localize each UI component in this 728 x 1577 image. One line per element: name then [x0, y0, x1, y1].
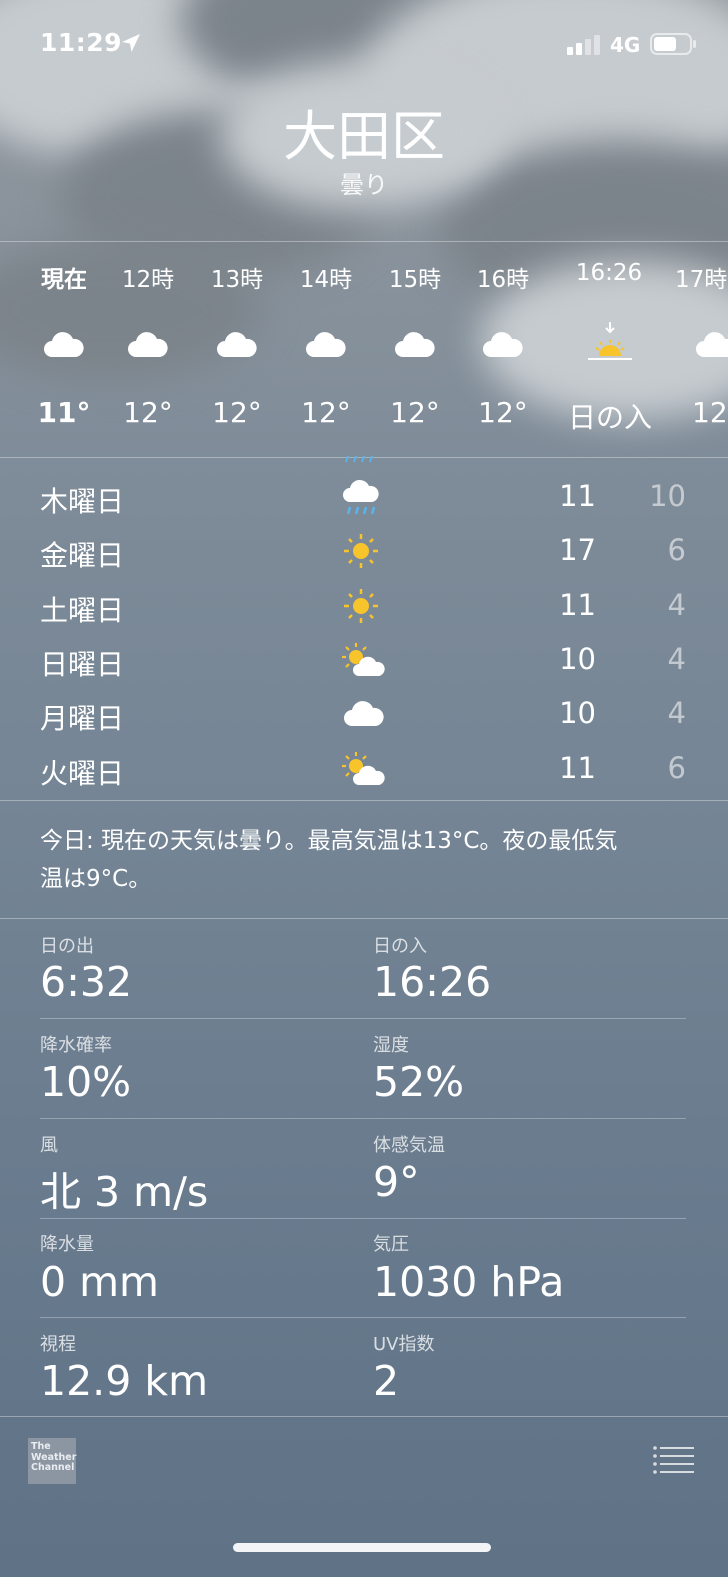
- current-condition: 曇り: [340, 171, 388, 199]
- network-type: 4G: [610, 33, 641, 57]
- city-list-icon[interactable]: [652, 1444, 694, 1474]
- pressure-label: 気圧: [373, 1234, 409, 1255]
- hour-label: 16:26: [575, 260, 643, 286]
- day-high-temp: 17: [559, 533, 596, 567]
- cellular-signal-icon: [567, 35, 600, 55]
- visibility-value: 12.9 km: [40, 1357, 209, 1405]
- day-low-temp: 6: [667, 533, 686, 567]
- feels-like-value: 9°: [373, 1158, 420, 1206]
- hour-temp: 12°: [478, 396, 528, 429]
- day-name: 日曜日: [40, 648, 125, 681]
- hour-label: 14時: [299, 267, 353, 293]
- hour-label: 12時: [121, 267, 175, 293]
- sun-icon: [344, 534, 378, 568]
- city-name: 大田区: [283, 105, 445, 168]
- day-high-temp: 11: [559, 751, 596, 785]
- cloud-icon: [44, 332, 84, 357]
- hour-temp: 日の入: [567, 401, 652, 434]
- cloud-rain-icon: [343, 479, 379, 515]
- sun-icon: [344, 589, 378, 623]
- location-arrow-icon: [122, 34, 140, 52]
- cloud-icon: [483, 332, 523, 357]
- humidity-value: 52%: [373, 1058, 465, 1106]
- feels-like-label: 体感気温: [373, 1135, 445, 1156]
- divider: [40, 1218, 686, 1219]
- precip-chance-value: 10%: [40, 1058, 132, 1106]
- summary-line: 今日: 現在の天気は曇り。最高気温は13°C。夜の最低気: [40, 828, 618, 854]
- day-high-temp: 11: [559, 588, 596, 622]
- day-high-temp: 10: [559, 642, 596, 676]
- divider: [40, 1317, 686, 1318]
- sunset-label: 日の入: [373, 936, 427, 957]
- day-low-temp: 6: [667, 751, 686, 785]
- partly-cloudy-icon: [342, 643, 385, 676]
- weather-channel-logo[interactable]: The Weather Channel: [28, 1438, 76, 1484]
- divider: [0, 918, 728, 919]
- hour-label: 17時: [675, 267, 728, 293]
- day-name: 金曜日: [40, 539, 125, 572]
- status-time: 11:29: [40, 28, 123, 57]
- precip-chance-label: 降水確率: [40, 1035, 112, 1056]
- battery-icon: [650, 33, 696, 55]
- divider: [40, 1118, 686, 1119]
- uv-index-value: 2: [373, 1357, 400, 1405]
- sunrise-value: 6:32: [40, 958, 133, 1006]
- precipitation-value: 0 mm: [40, 1258, 159, 1306]
- day-name: 木曜日: [40, 485, 125, 518]
- day-name: 月曜日: [40, 702, 125, 735]
- humidity-label: 湿度: [373, 1035, 409, 1056]
- cloud-icon: [344, 701, 384, 726]
- cloud-icon: [395, 332, 435, 357]
- divider: [0, 241, 728, 242]
- summary-line: 温は9°C。: [40, 866, 152, 892]
- partly-cloudy-icon: [342, 752, 385, 785]
- day-name: 火曜日: [40, 757, 125, 790]
- hour-label: 13時: [210, 267, 264, 293]
- rain-drops-partial: [345, 456, 373, 463]
- day-low-temp: 4: [667, 588, 686, 622]
- day-high-temp: 10: [559, 696, 596, 730]
- home-indicator[interactable]: [233, 1543, 491, 1552]
- wind-label: 風: [40, 1135, 58, 1156]
- cloud-icon: [217, 332, 257, 357]
- day-low-temp: 4: [667, 696, 686, 730]
- hour-temp: 12°: [692, 396, 728, 429]
- day-low-temp: 4: [667, 642, 686, 676]
- cloud-icon: [128, 332, 168, 357]
- pressure-value: 1030 hPa: [373, 1258, 565, 1306]
- sunset-icon: [588, 322, 632, 360]
- today-summary: 今日: 現在の天気は曇り。最高気温は13°C。夜の最低気 温は9°C。: [40, 822, 690, 898]
- hour-label: 15時: [388, 267, 442, 293]
- wind-value: 北 3 m/s: [40, 1168, 209, 1216]
- precipitation-label: 降水量: [40, 1234, 94, 1255]
- divider: [40, 1018, 686, 1019]
- cloud-icon: [306, 332, 346, 357]
- day-name: 土曜日: [40, 594, 125, 627]
- sunset-value: 16:26: [373, 958, 492, 1006]
- hour-label: 16時: [476, 267, 530, 293]
- divider: [0, 800, 728, 801]
- sunrise-label: 日の出: [40, 936, 94, 957]
- cloud-icon: [696, 332, 728, 357]
- divider: [0, 1416, 728, 1417]
- day-low-temp: 10: [649, 479, 686, 513]
- visibility-label: 視程: [40, 1334, 76, 1355]
- day-high-temp: 11: [559, 479, 596, 513]
- uv-index-label: UV指数: [373, 1334, 435, 1355]
